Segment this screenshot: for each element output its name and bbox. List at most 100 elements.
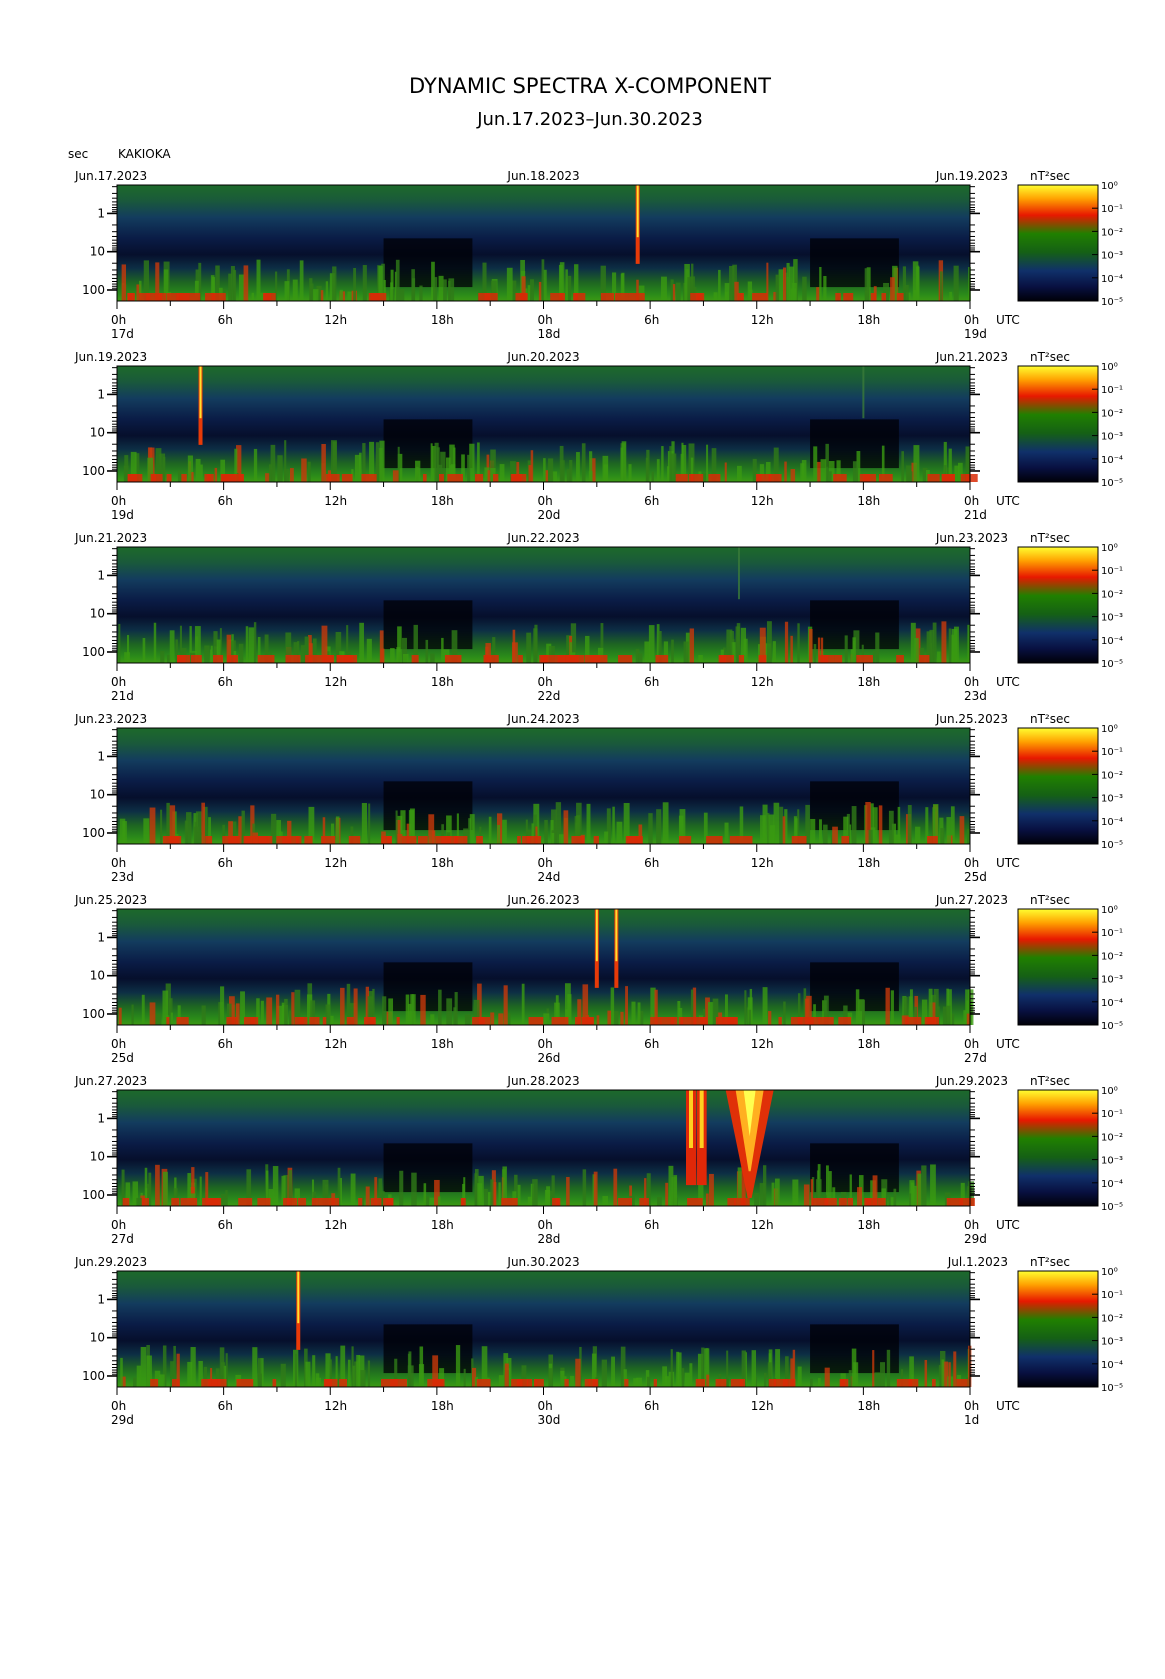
low-freq-power <box>263 293 272 301</box>
activity-streak <box>790 469 796 482</box>
y-tick-label: 10 <box>90 788 105 802</box>
low-freq-power <box>401 836 417 844</box>
low-freq-power <box>818 655 829 663</box>
activity-streak <box>916 266 920 301</box>
activity-streak <box>875 632 880 663</box>
activity-streak <box>766 621 772 663</box>
activity-streak <box>221 1193 226 1206</box>
activity-streak <box>929 629 935 663</box>
x-tick-label: 0h <box>538 1399 553 1413</box>
storm-event-core <box>688 1090 693 1148</box>
activity-streak <box>888 810 894 844</box>
x-tick-label: 6h <box>644 856 659 870</box>
x-tick-label: 18h <box>857 494 880 508</box>
activity-streak <box>810 818 816 844</box>
low-freq-power <box>927 836 938 844</box>
panel-mid-date: Jun.30.2023 <box>506 1255 579 1269</box>
activity-streak <box>744 990 747 1025</box>
activity-streak <box>565 269 568 301</box>
activity-streak <box>448 280 451 301</box>
colorbar-unit: nT²sec <box>1030 531 1070 545</box>
low-freq-power <box>236 1379 254 1387</box>
spectrogram-panel: Jun.23.2023 Jun.24.2023 Jun.25.2023 1 10 100 0… <box>74 712 1123 884</box>
activity-streak <box>593 1171 598 1206</box>
colorbar-unit: nT²sec <box>1030 350 1070 364</box>
activity-streak <box>498 1013 504 1025</box>
activity-streak <box>350 1173 356 1206</box>
low-freq-power <box>571 836 585 844</box>
activity-streak <box>487 470 491 482</box>
activity-streak <box>648 625 655 663</box>
low-freq-power <box>931 1379 936 1387</box>
x-tick-label: 0h <box>964 1037 979 1051</box>
low-freq-power <box>896 655 904 663</box>
activity-streak <box>893 1188 897 1206</box>
activity-streak <box>828 471 832 482</box>
low-freq-power <box>946 1198 964 1206</box>
low-freq-power <box>258 836 267 844</box>
activity-streak <box>543 269 547 301</box>
low-freq-power <box>924 1017 937 1025</box>
y-tick-label: 100 <box>82 645 105 659</box>
activity-streak <box>301 458 307 482</box>
activity-streak <box>361 802 367 844</box>
activity-streak <box>566 469 571 482</box>
activity-streak <box>792 282 797 301</box>
x-tick-label: 0h <box>538 856 553 870</box>
panel-mid-date: Jun.28.2023 <box>506 1074 579 1088</box>
low-freq-power <box>593 836 599 844</box>
x-tick-label: 18h <box>431 1399 454 1413</box>
colorbar-unit: nT²sec <box>1030 712 1070 726</box>
low-freq-power <box>575 1017 581 1025</box>
activity-streak <box>772 641 776 663</box>
activity-streak <box>724 292 728 301</box>
day-label: 26d <box>538 1051 561 1065</box>
low-freq-power <box>534 1379 544 1387</box>
activity-streak <box>872 650 875 663</box>
activity-streak <box>347 1359 351 1387</box>
panel-mid-date: Jun.22.2023 <box>506 531 579 545</box>
y-tick-label: 1 <box>97 568 105 582</box>
colorbar-tick-label: 10⁰ <box>1101 724 1118 735</box>
colorbar-unit: nT²sec <box>1030 169 1070 183</box>
y-tick-label: 1 <box>97 206 105 220</box>
activity-streak <box>949 291 952 301</box>
low-freq-power <box>411 655 419 663</box>
activity-streak <box>200 464 203 482</box>
activity-streak <box>907 805 912 844</box>
low-freq-power <box>176 1017 189 1025</box>
activity-streak <box>136 1197 142 1206</box>
activity-streak <box>533 628 538 663</box>
activity-streak <box>499 464 505 482</box>
activity-streak <box>309 283 314 301</box>
day-label: 30d <box>538 1413 561 1427</box>
activity-streak <box>284 440 287 482</box>
x-tick-label: 6h <box>644 1399 659 1413</box>
low-freq-power <box>358 1198 363 1206</box>
low-freq-power <box>715 1017 724 1025</box>
activity-streak <box>915 826 921 844</box>
activity-streak <box>862 1000 865 1025</box>
low-freq-power <box>171 1379 180 1387</box>
x-tick-label: 0h <box>538 1037 553 1051</box>
activity-streak <box>433 277 438 301</box>
y-tick-label: 1 <box>97 930 105 944</box>
x-tick-label: 0h <box>964 675 979 689</box>
low-freq-power <box>715 1379 727 1387</box>
activity-streak <box>784 461 787 482</box>
activity-streak <box>379 440 385 482</box>
low-freq-power <box>444 655 462 663</box>
activity-streak <box>689 1363 693 1387</box>
panel-left-date: Jun.19.2023 <box>74 350 147 364</box>
colorbar-tick-label: 10⁻⁵ <box>1101 1383 1123 1394</box>
low-freq-power <box>390 1379 407 1387</box>
low-freq-power <box>653 1379 657 1387</box>
x-tick-label: 18h <box>857 1399 880 1413</box>
activity-streak <box>946 817 951 844</box>
colorbar-tick-label: 10⁻⁴ <box>1101 274 1123 285</box>
activity-streak <box>677 1352 682 1387</box>
day-label: 19d <box>111 508 134 522</box>
low-freq-power <box>381 836 392 844</box>
colorbar <box>1017 184 1099 302</box>
low-freq-power <box>727 1198 736 1206</box>
